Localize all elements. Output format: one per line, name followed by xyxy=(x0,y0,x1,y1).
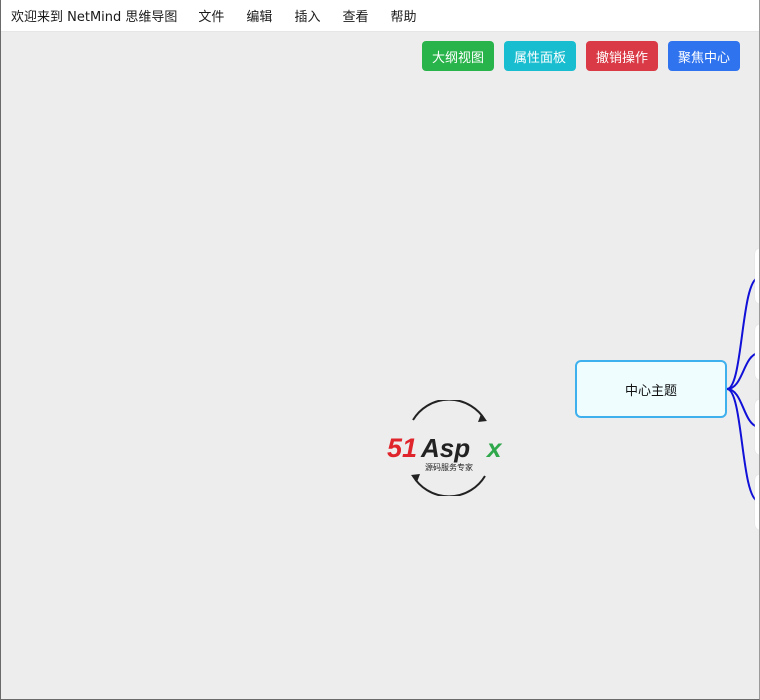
child-node[interactable] xyxy=(755,324,759,380)
menu-help[interactable]: 帮助 xyxy=(379,6,427,25)
watermark-tagline: 源码服务专家 xyxy=(425,462,473,472)
svg-text:Asp: Asp xyxy=(420,433,470,463)
link-child-4 xyxy=(726,388,759,502)
child-node[interactable] xyxy=(755,399,759,455)
menu-edit[interactable]: 编辑 xyxy=(235,6,283,25)
child-node[interactable] xyxy=(755,474,759,530)
app-title: 欢迎来到 NetMind 思维导图 xyxy=(11,10,178,25)
menu-view[interactable]: 查看 xyxy=(331,6,379,25)
center-topic-label: 中心主题 xyxy=(624,383,677,399)
center-topic-node[interactable]: 中心主题 xyxy=(575,360,727,418)
menu-insert[interactable]: 插入 xyxy=(283,6,331,25)
outline-view-button[interactable]: 大纲视图 xyxy=(421,41,494,71)
focus-center-button[interactable]: 聚焦中心 xyxy=(667,41,740,71)
mindmap-links xyxy=(726,277,759,502)
link-child-1 xyxy=(726,277,759,390)
undo-button[interactable]: 撤销操作 xyxy=(585,41,658,71)
menu-bar: 欢迎来到 NetMind 思维导图 文件 编辑 插入 查看 帮助 xyxy=(1,0,759,32)
link-child-2 xyxy=(726,352,759,390)
properties-panel-button[interactable]: 属性面板 xyxy=(503,41,576,71)
toolbar: 大纲视图 属性面板 撤销操作 聚焦中心 xyxy=(421,41,740,71)
child-node[interactable] xyxy=(755,248,759,304)
link-child-3 xyxy=(726,388,759,428)
app-window: 欢迎来到 NetMind 思维导图 文件 编辑 插入 查看 帮助 大纲视图 属性… xyxy=(0,0,760,700)
svg-text:x: x xyxy=(485,433,503,463)
watermark-logo: 51 Asp x 源码服务专家 xyxy=(387,400,503,496)
svg-text:51: 51 xyxy=(387,433,417,463)
menu-file[interactable]: 文件 xyxy=(187,6,235,25)
